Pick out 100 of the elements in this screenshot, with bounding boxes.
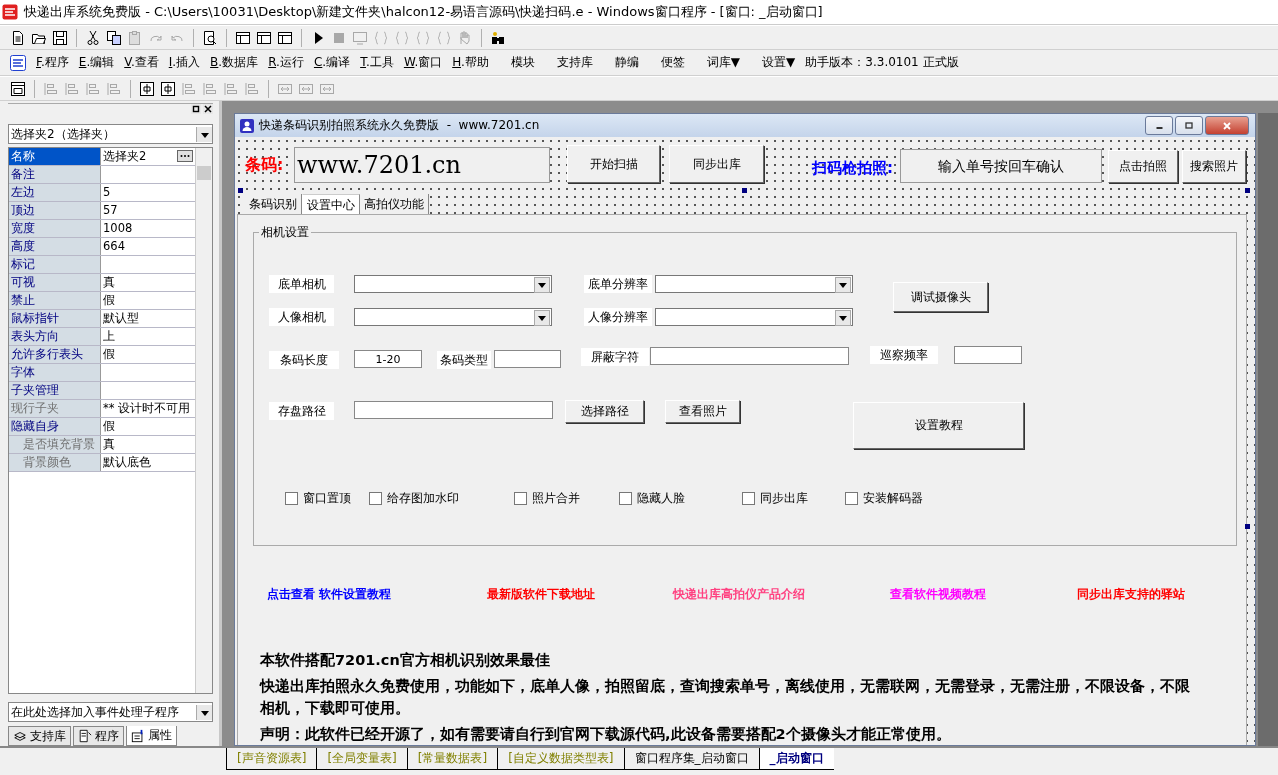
restore-icon[interactable] bbox=[191, 104, 201, 114]
form-icon[interactable] bbox=[10, 80, 26, 97]
menu-item[interactable]: 支持库 bbox=[556, 54, 593, 71]
menu-item[interactable]: 便签 bbox=[660, 54, 685, 71]
layout-icon[interactable] bbox=[256, 29, 272, 46]
property-name[interactable]: 鼠标指针 bbox=[9, 310, 101, 327]
path-button[interactable]: 查看照片 bbox=[665, 400, 740, 423]
property-value[interactable]: 上 bbox=[101, 328, 195, 345]
photo-button[interactable]: 点击拍照 bbox=[1108, 150, 1178, 183]
path-button[interactable]: 选择路径 bbox=[565, 400, 644, 423]
checkbox[interactable] bbox=[845, 492, 858, 505]
save-icon[interactable] bbox=[52, 29, 68, 46]
path-field[interactable] bbox=[354, 401, 553, 419]
binoculars-icon[interactable] bbox=[490, 29, 506, 46]
action-button[interactable]: 同步出库 bbox=[669, 145, 764, 183]
barcode-length-field[interactable]: 1-20 bbox=[354, 350, 422, 368]
property-name[interactable]: 顶边 bbox=[9, 202, 101, 219]
close-icon[interactable] bbox=[203, 104, 213, 114]
center-icon[interactable] bbox=[160, 80, 176, 97]
property-name[interactable]: 宽度 bbox=[9, 220, 101, 237]
property-name[interactable]: 子夹管理 bbox=[9, 382, 101, 399]
property-value[interactable]: 默认型 bbox=[101, 310, 195, 327]
checkbox[interactable] bbox=[285, 492, 298, 505]
property-name[interactable]: 高度 bbox=[9, 238, 101, 255]
property-value[interactable]: 664 bbox=[101, 238, 195, 255]
code-tab[interactable]: 窗口程序集_启动窗口 bbox=[623, 748, 759, 770]
panel-tab[interactable]: 程序 bbox=[73, 726, 124, 746]
checkbox[interactable] bbox=[619, 492, 632, 505]
property-value[interactable]: 1008 bbox=[101, 220, 195, 237]
photo-button[interactable]: 搜索照片 bbox=[1182, 150, 1246, 183]
order-field[interactable]: 输入单号按回车确认 bbox=[900, 149, 1102, 183]
selection-handle[interactable] bbox=[1245, 188, 1250, 193]
maximize-button[interactable] bbox=[1175, 116, 1203, 135]
patrol-field[interactable] bbox=[954, 346, 1022, 364]
center-icon[interactable] bbox=[139, 80, 155, 97]
property-name[interactable]: 隐藏自身 bbox=[9, 418, 101, 435]
mask-field[interactable] bbox=[650, 347, 849, 365]
property-value[interactable]: 5 bbox=[101, 184, 195, 201]
selection-handle[interactable] bbox=[742, 188, 747, 193]
close-button[interactable] bbox=[1205, 116, 1249, 135]
code-tab[interactable]: [全局变量表] bbox=[316, 748, 407, 770]
property-name[interactable]: 可视 bbox=[9, 274, 101, 291]
form-tab[interactable]: 设置中心 bbox=[302, 194, 360, 216]
scrollbar[interactable] bbox=[1258, 113, 1278, 746]
property-name[interactable]: 允许多行表头 bbox=[9, 346, 101, 363]
menu-item[interactable]: T.工具 bbox=[360, 54, 394, 71]
barcode-field[interactable]: www.7201.cn bbox=[294, 147, 550, 183]
code-tab[interactable]: [声音资源表] bbox=[226, 748, 317, 770]
resolution-dropdown[interactable] bbox=[655, 275, 853, 293]
property-value[interactable]: 57 bbox=[101, 202, 195, 219]
code-tab[interactable]: _启动窗口 bbox=[758, 748, 834, 770]
menu-item[interactable]: B.数据库 bbox=[210, 54, 259, 71]
scissors-icon[interactable] bbox=[85, 29, 101, 46]
property-value[interactable]: 假 bbox=[101, 346, 195, 363]
panel-tab[interactable]: 支持库 bbox=[8, 726, 71, 746]
link[interactable]: 最新版软件下载地址 bbox=[487, 586, 595, 603]
menu-item[interactable]: 静编 bbox=[614, 54, 639, 71]
property-name[interactable]: 表头方向 bbox=[9, 328, 101, 345]
property-name[interactable]: 标记 bbox=[9, 256, 101, 273]
selection-handle[interactable] bbox=[1245, 524, 1250, 529]
code-tab[interactable]: [自定义数据类型表] bbox=[497, 748, 624, 770]
scrollbar[interactable] bbox=[195, 148, 212, 693]
link[interactable]: 点击查看 软件设置教程 bbox=[267, 586, 392, 603]
camera-dropdown[interactable] bbox=[354, 275, 552, 293]
property-name[interactable]: 左边 bbox=[9, 184, 101, 201]
menu-item[interactable]: F.程序 bbox=[36, 54, 69, 71]
property-name[interactable]: 禁止 bbox=[9, 292, 101, 309]
panel-tab[interactable]: 属性 bbox=[126, 726, 177, 746]
checkbox[interactable] bbox=[369, 492, 382, 505]
menu-item[interactable]: R.运行 bbox=[268, 54, 304, 71]
property-name[interactable]: 字体 bbox=[9, 364, 101, 381]
test-camera-button[interactable]: 调试摄像头 bbox=[893, 282, 988, 312]
ellipsis-button[interactable] bbox=[177, 150, 193, 162]
link[interactable]: 同步出库支持的驿站 bbox=[1077, 586, 1185, 603]
property-name[interactable]: 备注 bbox=[9, 166, 101, 183]
menu-item[interactable]: H.帮助 bbox=[452, 54, 489, 71]
menu-item[interactable]: W.窗口 bbox=[403, 54, 443, 71]
menu-item[interactable]: I.插入 bbox=[168, 54, 201, 71]
barcode-type-field[interactable] bbox=[494, 350, 561, 368]
object-dropdown[interactable]: 选择夹2（选择夹） bbox=[8, 124, 213, 144]
document-icon[interactable] bbox=[10, 29, 26, 46]
property-name[interactable]: 名称 bbox=[9, 148, 101, 165]
menu-item[interactable]: 模块 bbox=[510, 54, 535, 71]
menu-item[interactable]: 设置▼ bbox=[762, 54, 796, 71]
minimize-button[interactable] bbox=[1145, 116, 1173, 135]
property-value[interactable]: 真 bbox=[101, 274, 195, 291]
property-value[interactable]: 假 bbox=[101, 418, 195, 435]
copy-icon[interactable] bbox=[106, 29, 122, 46]
action-button[interactable]: 开始扫描 bbox=[567, 145, 660, 183]
resolution-dropdown[interactable] bbox=[655, 308, 853, 326]
tutorial-button[interactable]: 设置教程 bbox=[853, 402, 1024, 449]
menu-item[interactable]: V.查看 bbox=[124, 54, 159, 71]
menu-item[interactable]: C.编译 bbox=[313, 54, 351, 71]
magnifier-icon[interactable] bbox=[202, 29, 218, 46]
checkbox[interactable] bbox=[514, 492, 527, 505]
property-value[interactable]: 假 bbox=[101, 292, 195, 309]
layout-icon[interactable] bbox=[235, 29, 251, 46]
event-dropdown[interactable]: 在此处选择加入事件处理子程序 bbox=[8, 702, 213, 722]
menu-item[interactable]: 词库▼ bbox=[706, 54, 741, 71]
form-tab[interactable]: 条码识别 bbox=[245, 194, 302, 216]
